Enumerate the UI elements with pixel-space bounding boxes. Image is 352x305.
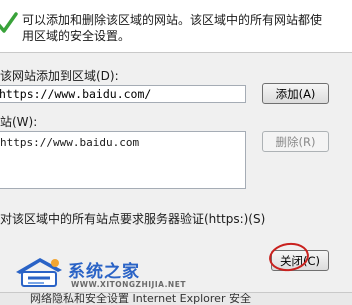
list-item[interactable]: https://www.baidu.com (0, 136, 139, 149)
bottom-strip: 网络隐私和安全设置 Internet Explorer 安全 (0, 292, 352, 305)
checkmark-icon (0, 12, 18, 33)
divider (0, 52, 352, 53)
watermark-title: 系统之家 (68, 262, 140, 282)
watermark-url: WWW.XITONGZHIJIA.NET (71, 280, 186, 289)
info-panel: 可以添加和删除该区域的网站。该区域中的所有网站都使 用区域的安全设置。 (0, 0, 352, 52)
bottom-text: 网络隐私和安全设置 Internet Explorer 安全 (30, 292, 251, 305)
https-verify-checkbox-label[interactable]: 对该区域中的所有站点要求服务器验证(https:)(S) (0, 210, 265, 227)
sites-listbox[interactable]: https://www.baidu.com (0, 131, 246, 189)
watermark-logo: 系统之家 WWW.XITONGZHIJIA.NET (10, 254, 185, 294)
remove-button[interactable]: 删除(R) (262, 131, 329, 152)
sites-list-label: 站(W): (0, 115, 38, 129)
info-text-line1: 可以添加和删除该区域的网站。该区域中的所有网站都使 (22, 13, 323, 27)
house-logo-icon (16, 258, 62, 287)
add-button[interactable]: 添加(A) (262, 83, 329, 104)
info-text-line2: 用区域的安全设置。 (22, 29, 131, 43)
add-site-label: 该网站添加到区域(D): (0, 69, 119, 83)
site-url-input[interactable] (0, 85, 246, 103)
